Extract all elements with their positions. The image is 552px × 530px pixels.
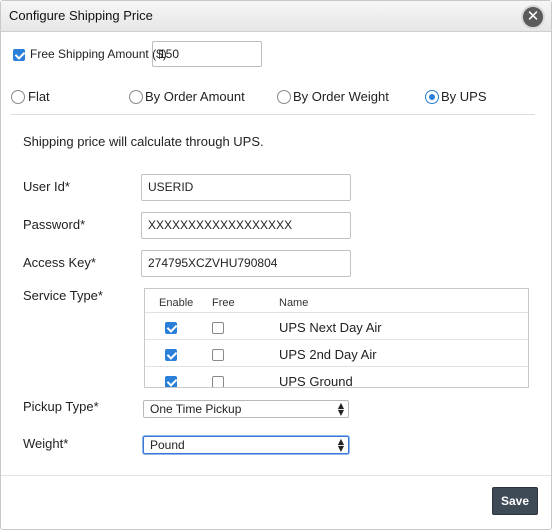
password-label: Password* xyxy=(23,217,86,232)
radio-by-order-amount-label: By Order Amount xyxy=(145,89,245,104)
radio-by-order-amount[interactable] xyxy=(129,90,143,104)
service-name: UPS 2nd Day Air xyxy=(279,347,377,362)
select-arrows-icon: ▲ ▼ xyxy=(337,401,344,417)
access-key-label: Access Key* xyxy=(23,255,96,270)
row-divider xyxy=(145,339,528,340)
enable-checkbox[interactable] xyxy=(165,376,177,387)
free-checkbox[interactable] xyxy=(212,376,224,387)
radio-flat[interactable] xyxy=(11,90,25,104)
free-shipping-checkbox[interactable] xyxy=(13,49,25,61)
weight-label: Weight* xyxy=(23,436,69,451)
footer-divider xyxy=(1,475,551,476)
column-free: Free xyxy=(212,297,235,309)
configure-shipping-dialog: Configure Shipping Price ✕ Free Shipping… xyxy=(0,0,552,530)
dialog-titlebar: Configure Shipping Price ✕ xyxy=(1,1,551,32)
dialog-title: Configure Shipping Price xyxy=(9,8,153,23)
service-name: UPS Next Day Air xyxy=(279,320,382,335)
user-id-label: User Id* xyxy=(23,179,70,194)
table-header-divider xyxy=(145,312,528,313)
pickup-type-label: Pickup Type* xyxy=(23,399,99,414)
row-divider xyxy=(145,366,528,367)
access-key-input[interactable]: 274795XCZVHU790804 xyxy=(141,250,351,277)
free-shipping-amount-input[interactable]: 150 xyxy=(152,41,262,67)
pickup-type-select[interactable]: One Time Pickup ▲ ▼ xyxy=(143,400,349,418)
pickup-type-value: One Time Pickup xyxy=(150,402,242,416)
column-enable: Enable xyxy=(159,297,194,309)
service-name: UPS Ground xyxy=(279,374,353,388)
free-shipping-label: Free Shipping Amount ($) xyxy=(30,47,167,61)
service-type-label: Service Type* xyxy=(23,288,103,303)
close-icon[interactable]: ✕ xyxy=(521,5,545,29)
select-arrows-icon: ▲ ▼ xyxy=(337,437,344,453)
free-checkbox[interactable] xyxy=(212,349,224,361)
save-button[interactable]: Save xyxy=(492,487,538,515)
password-input[interactable]: XXXXXXXXXXXXXXXXXX xyxy=(141,212,351,239)
radio-by-order-weight[interactable] xyxy=(277,90,291,104)
free-checkbox[interactable] xyxy=(212,322,224,334)
service-type-table: Enable Free Name UPS Next Day Air UPS 2n… xyxy=(144,288,529,388)
radio-by-ups-label: By UPS xyxy=(441,89,487,104)
section-divider xyxy=(11,114,535,115)
weight-value: Pound xyxy=(150,438,185,452)
radio-by-ups[interactable] xyxy=(425,90,439,104)
enable-checkbox[interactable] xyxy=(165,322,177,334)
ups-info-text: Shipping price will calculate through UP… xyxy=(23,134,264,149)
enable-checkbox[interactable] xyxy=(165,349,177,361)
radio-by-order-weight-label: By Order Weight xyxy=(293,89,389,104)
user-id-input[interactable]: USERID xyxy=(141,174,351,201)
column-name: Name xyxy=(279,297,309,309)
weight-select[interactable]: Pound ▲ ▼ xyxy=(143,436,349,454)
radio-flat-label: Flat xyxy=(28,89,50,104)
